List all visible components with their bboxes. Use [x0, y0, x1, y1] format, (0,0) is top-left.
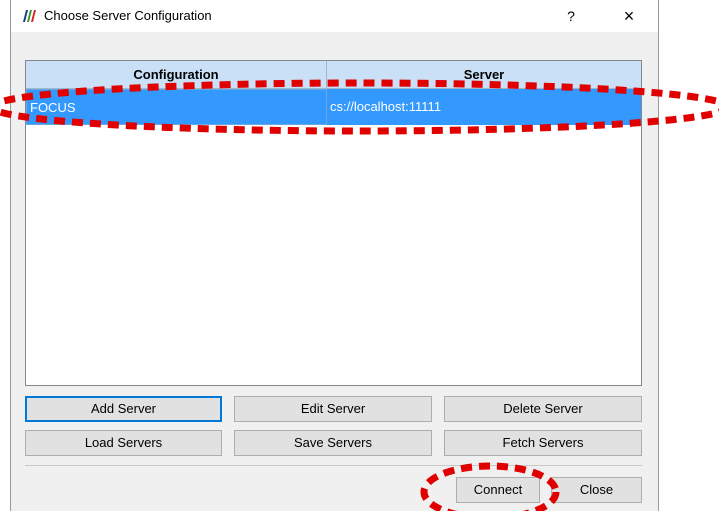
server-cell[interactable]: cs://localhost:11111: [327, 89, 641, 125]
window-title: Choose Server Configuration: [44, 8, 212, 23]
server-configuration-table[interactable]: Configuration Server FOCUS cs://localhos…: [25, 60, 642, 386]
fetch-servers-button[interactable]: Fetch Servers: [444, 430, 642, 456]
divider: [25, 465, 642, 466]
close-button[interactable]: Close: [551, 477, 642, 503]
load-servers-button[interactable]: Load Servers: [25, 430, 222, 456]
edit-server-button[interactable]: Edit Server: [234, 396, 432, 422]
table-header: Configuration Server: [26, 61, 641, 89]
connect-button[interactable]: Connect: [456, 477, 540, 503]
column-header-server[interactable]: Server: [327, 61, 641, 88]
paraview-logo-icon: [23, 10, 36, 22]
table-row[interactable]: FOCUS cs://localhost:11111: [26, 89, 641, 125]
column-header-configuration[interactable]: Configuration: [26, 61, 327, 88]
title-bar: Choose Server Configuration ? ×: [11, 0, 658, 32]
save-servers-button[interactable]: Save Servers: [234, 430, 432, 456]
delete-server-button[interactable]: Delete Server: [444, 396, 642, 422]
close-window-button[interactable]: ×: [615, 5, 643, 27]
add-server-button[interactable]: Add Server: [25, 396, 222, 422]
configuration-cell[interactable]: FOCUS: [26, 89, 327, 125]
choose-server-dialog: Choose Server Configuration ? × Configur…: [10, 0, 659, 511]
help-button[interactable]: ?: [559, 5, 583, 27]
